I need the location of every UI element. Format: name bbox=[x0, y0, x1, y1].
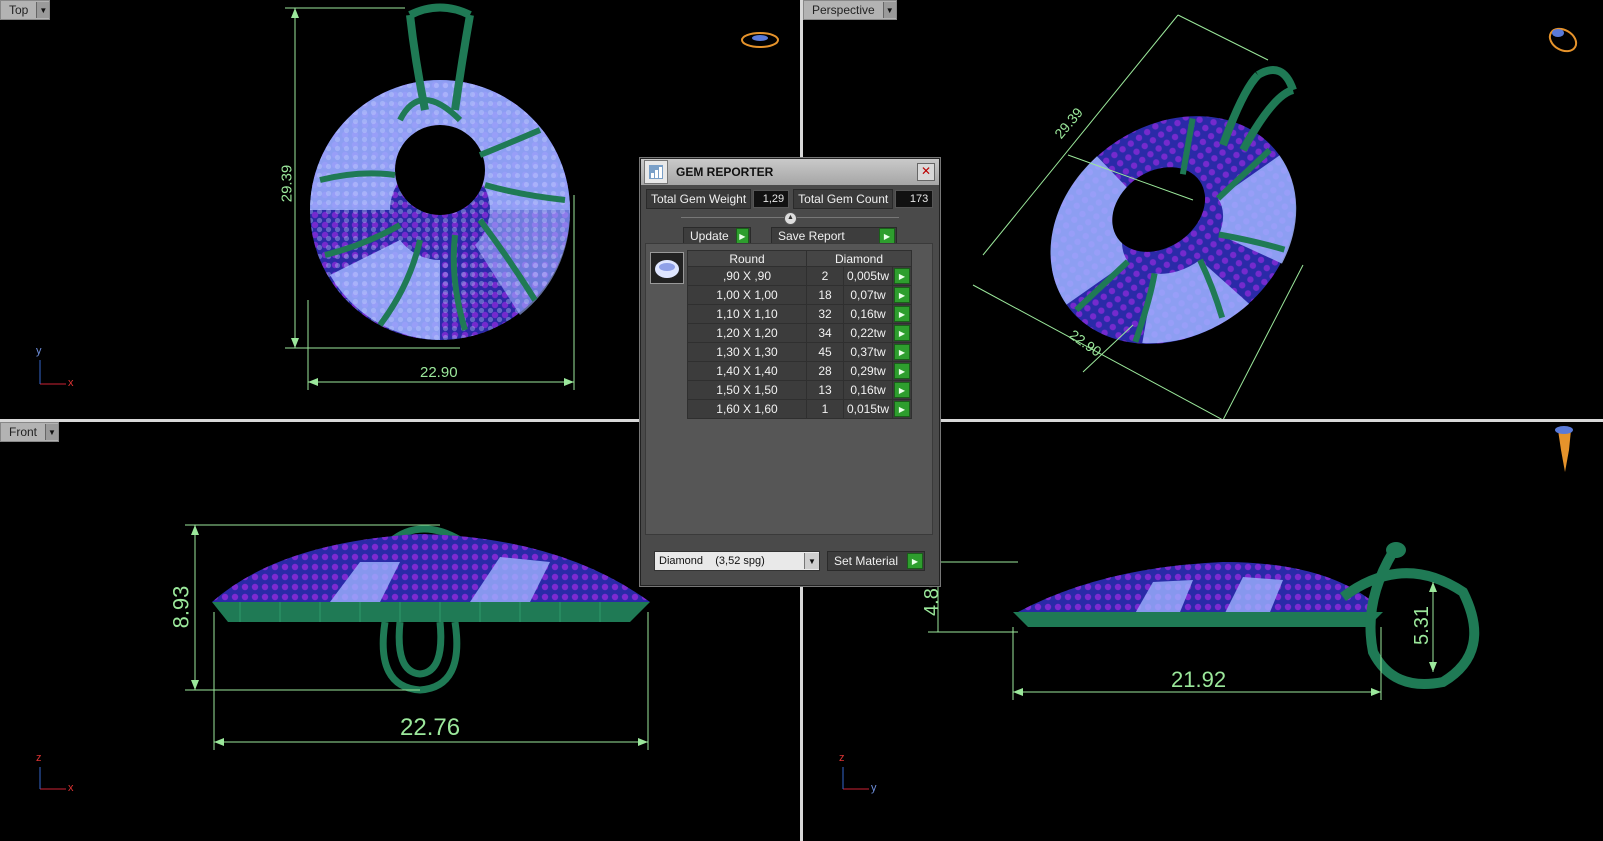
axis-label-y: y bbox=[36, 345, 42, 357]
row-select-button[interactable]: ▶ bbox=[891, 304, 913, 324]
axis-label-z: z bbox=[36, 752, 42, 764]
row-select-button[interactable]: ▶ bbox=[891, 285, 913, 305]
update-button-label: Update bbox=[690, 229, 729, 243]
dim-width: 22.76 bbox=[400, 714, 461, 741]
gem-count: 45 bbox=[806, 342, 844, 362]
axis-label-x: x bbox=[68, 377, 74, 389]
row-select-button[interactable]: ▶ bbox=[891, 361, 913, 381]
play-arrow-icon: ▶ bbox=[894, 344, 910, 360]
gem-reporter-titlebar[interactable]: GEM REPORTER ✕ bbox=[641, 159, 939, 185]
dim-loop: 5.31 bbox=[1410, 606, 1433, 645]
gem-count: 32 bbox=[806, 304, 844, 324]
viewport-label-text: Front bbox=[9, 425, 38, 439]
gem-count: 18 bbox=[806, 285, 844, 305]
gem-weight: 0,16tw bbox=[843, 380, 893, 400]
gem-size: 1,00 X 1,00 bbox=[687, 285, 807, 305]
table-row: 1,50 X 1,50 13 0,16tw ▶ bbox=[687, 380, 913, 400]
viewport-label-front[interactable]: Front ▼ bbox=[0, 422, 60, 442]
gem-count: 34 bbox=[806, 323, 844, 343]
gem-weight: 0,005tw bbox=[843, 266, 893, 286]
gem-size: 1,10 X 1,10 bbox=[687, 304, 807, 324]
play-arrow-icon: ▶ bbox=[894, 363, 910, 379]
table-row: 1,40 X 1,40 28 0,29tw ▶ bbox=[687, 361, 913, 381]
axis-label-y: y bbox=[871, 782, 877, 794]
dim-height: 29.39 bbox=[278, 164, 296, 203]
axis-label-z: z bbox=[839, 752, 845, 764]
gem-weight: 0,16tw bbox=[843, 304, 893, 324]
set-material-button[interactable]: Set Material ▶ bbox=[827, 551, 925, 571]
table-header: Round Diamond bbox=[687, 250, 913, 267]
panel-separator: ▲ bbox=[681, 211, 899, 225]
table-row: 1,30 X 1,30 45 0,37tw ▶ bbox=[687, 342, 913, 362]
round-diamond-thumbnail-icon bbox=[650, 252, 684, 284]
gem-size: 1,60 X 1,60 bbox=[687, 399, 807, 419]
chevron-down-icon[interactable]: ▼ bbox=[882, 2, 896, 18]
col-shape: Round bbox=[687, 250, 807, 267]
gem-size: 1,40 X 1,40 bbox=[687, 361, 807, 381]
play-arrow-icon: ▶ bbox=[735, 228, 749, 244]
play-arrow-icon: ▶ bbox=[894, 287, 910, 303]
gem-count: 2 bbox=[806, 266, 844, 286]
gem-weight: 0,22tw bbox=[843, 323, 893, 343]
total-count-label: Total Gem Count bbox=[793, 189, 894, 209]
chevron-down-icon[interactable]: ▼ bbox=[804, 553, 819, 569]
viewport-label-top[interactable]: Top ▼ bbox=[0, 0, 51, 20]
collapse-toggle-icon[interactable]: ▲ bbox=[784, 212, 797, 225]
gem-count: 1 bbox=[806, 399, 844, 419]
gem-weight: 0,07tw bbox=[843, 285, 893, 305]
gem-reporter-title: GEM REPORTER bbox=[676, 165, 774, 179]
viewport-label-text: Top bbox=[9, 3, 29, 17]
gem-size: 1,20 X 1,20 bbox=[687, 323, 807, 343]
dim-height: 8.93 bbox=[168, 585, 194, 629]
row-select-button[interactable]: ▶ bbox=[891, 266, 913, 286]
gem-table-area: Round Diamond ,90 X ,90 2 0,005tw ▶ 1,00… bbox=[645, 243, 933, 535]
play-arrow-icon: ▶ bbox=[894, 268, 910, 284]
total-weight-label: Total Gem Weight bbox=[646, 189, 752, 209]
table-row: 1,00 X 1,00 18 0,07tw ▶ bbox=[687, 285, 913, 305]
play-arrow-icon: ▶ bbox=[879, 228, 895, 244]
gem-size: 1,50 X 1,50 bbox=[687, 380, 807, 400]
gem-weight: 0,37tw bbox=[843, 342, 893, 362]
totals-row: Total Gem Weight 1,29 Total Gem Count 17… bbox=[646, 189, 934, 209]
play-arrow-icon: ▶ bbox=[894, 325, 910, 341]
chevron-down-icon[interactable]: ▼ bbox=[36, 2, 50, 18]
row-select-button[interactable]: ▶ bbox=[891, 323, 913, 343]
gem-reporter-app-icon bbox=[644, 160, 668, 184]
table-row: ,90 X ,90 2 0,005tw ▶ bbox=[687, 266, 913, 286]
material-footer: Diamond (3,52 spg) ▼ Set Material ▶ bbox=[641, 539, 939, 585]
row-select-button[interactable]: ▶ bbox=[891, 380, 913, 400]
viewport-label-perspective[interactable]: Perspective ▼ bbox=[803, 0, 897, 20]
axis-label-x: x bbox=[68, 782, 74, 794]
total-count-value: 173 bbox=[895, 190, 934, 208]
gem-size: ,90 X ,90 bbox=[687, 266, 807, 286]
dim-width: 21.92 bbox=[1171, 667, 1227, 692]
total-weight-value: 1,29 bbox=[753, 190, 790, 208]
table-row: 1,10 X 1,10 32 0,16tw ▶ bbox=[687, 304, 913, 324]
gem-weight: 0,015tw bbox=[843, 399, 893, 419]
play-arrow-icon: ▶ bbox=[894, 306, 910, 322]
play-arrow-icon: ▶ bbox=[894, 401, 910, 417]
gem-table: Round Diamond ,90 X ,90 2 0,005tw ▶ 1,00… bbox=[687, 250, 913, 419]
col-material: Diamond bbox=[805, 250, 913, 267]
viewport-label-text: Perspective bbox=[812, 3, 875, 17]
gem-weight: 0,29tw bbox=[843, 361, 893, 381]
row-select-button[interactable]: ▶ bbox=[891, 399, 913, 419]
gem-count: 28 bbox=[806, 361, 844, 381]
gem-size: 1,30 X 1,30 bbox=[687, 342, 807, 362]
material-select-value: Diamond (3,52 spg) bbox=[659, 555, 765, 567]
table-row: 1,60 X 1,60 1 0,015tw ▶ bbox=[687, 399, 913, 419]
gem-count: 13 bbox=[806, 380, 844, 400]
save-report-button-label: Save Report bbox=[778, 229, 845, 243]
chevron-down-icon[interactable]: ▼ bbox=[45, 424, 59, 440]
row-select-button[interactable]: ▶ bbox=[891, 342, 913, 362]
dim-width: 22.90 bbox=[420, 364, 458, 381]
table-row: 1,20 X 1,20 34 0,22tw ▶ bbox=[687, 323, 913, 343]
play-arrow-icon: ▶ bbox=[907, 553, 923, 569]
gem-reporter-panel: GEM REPORTER ✕ Total Gem Weight 1,29 Tot… bbox=[640, 158, 940, 586]
material-select[interactable]: Diamond (3,52 spg) ▼ bbox=[654, 551, 820, 571]
play-arrow-icon: ▶ bbox=[894, 382, 910, 398]
close-icon[interactable]: ✕ bbox=[917, 163, 935, 181]
set-material-button-label: Set Material bbox=[834, 554, 899, 568]
